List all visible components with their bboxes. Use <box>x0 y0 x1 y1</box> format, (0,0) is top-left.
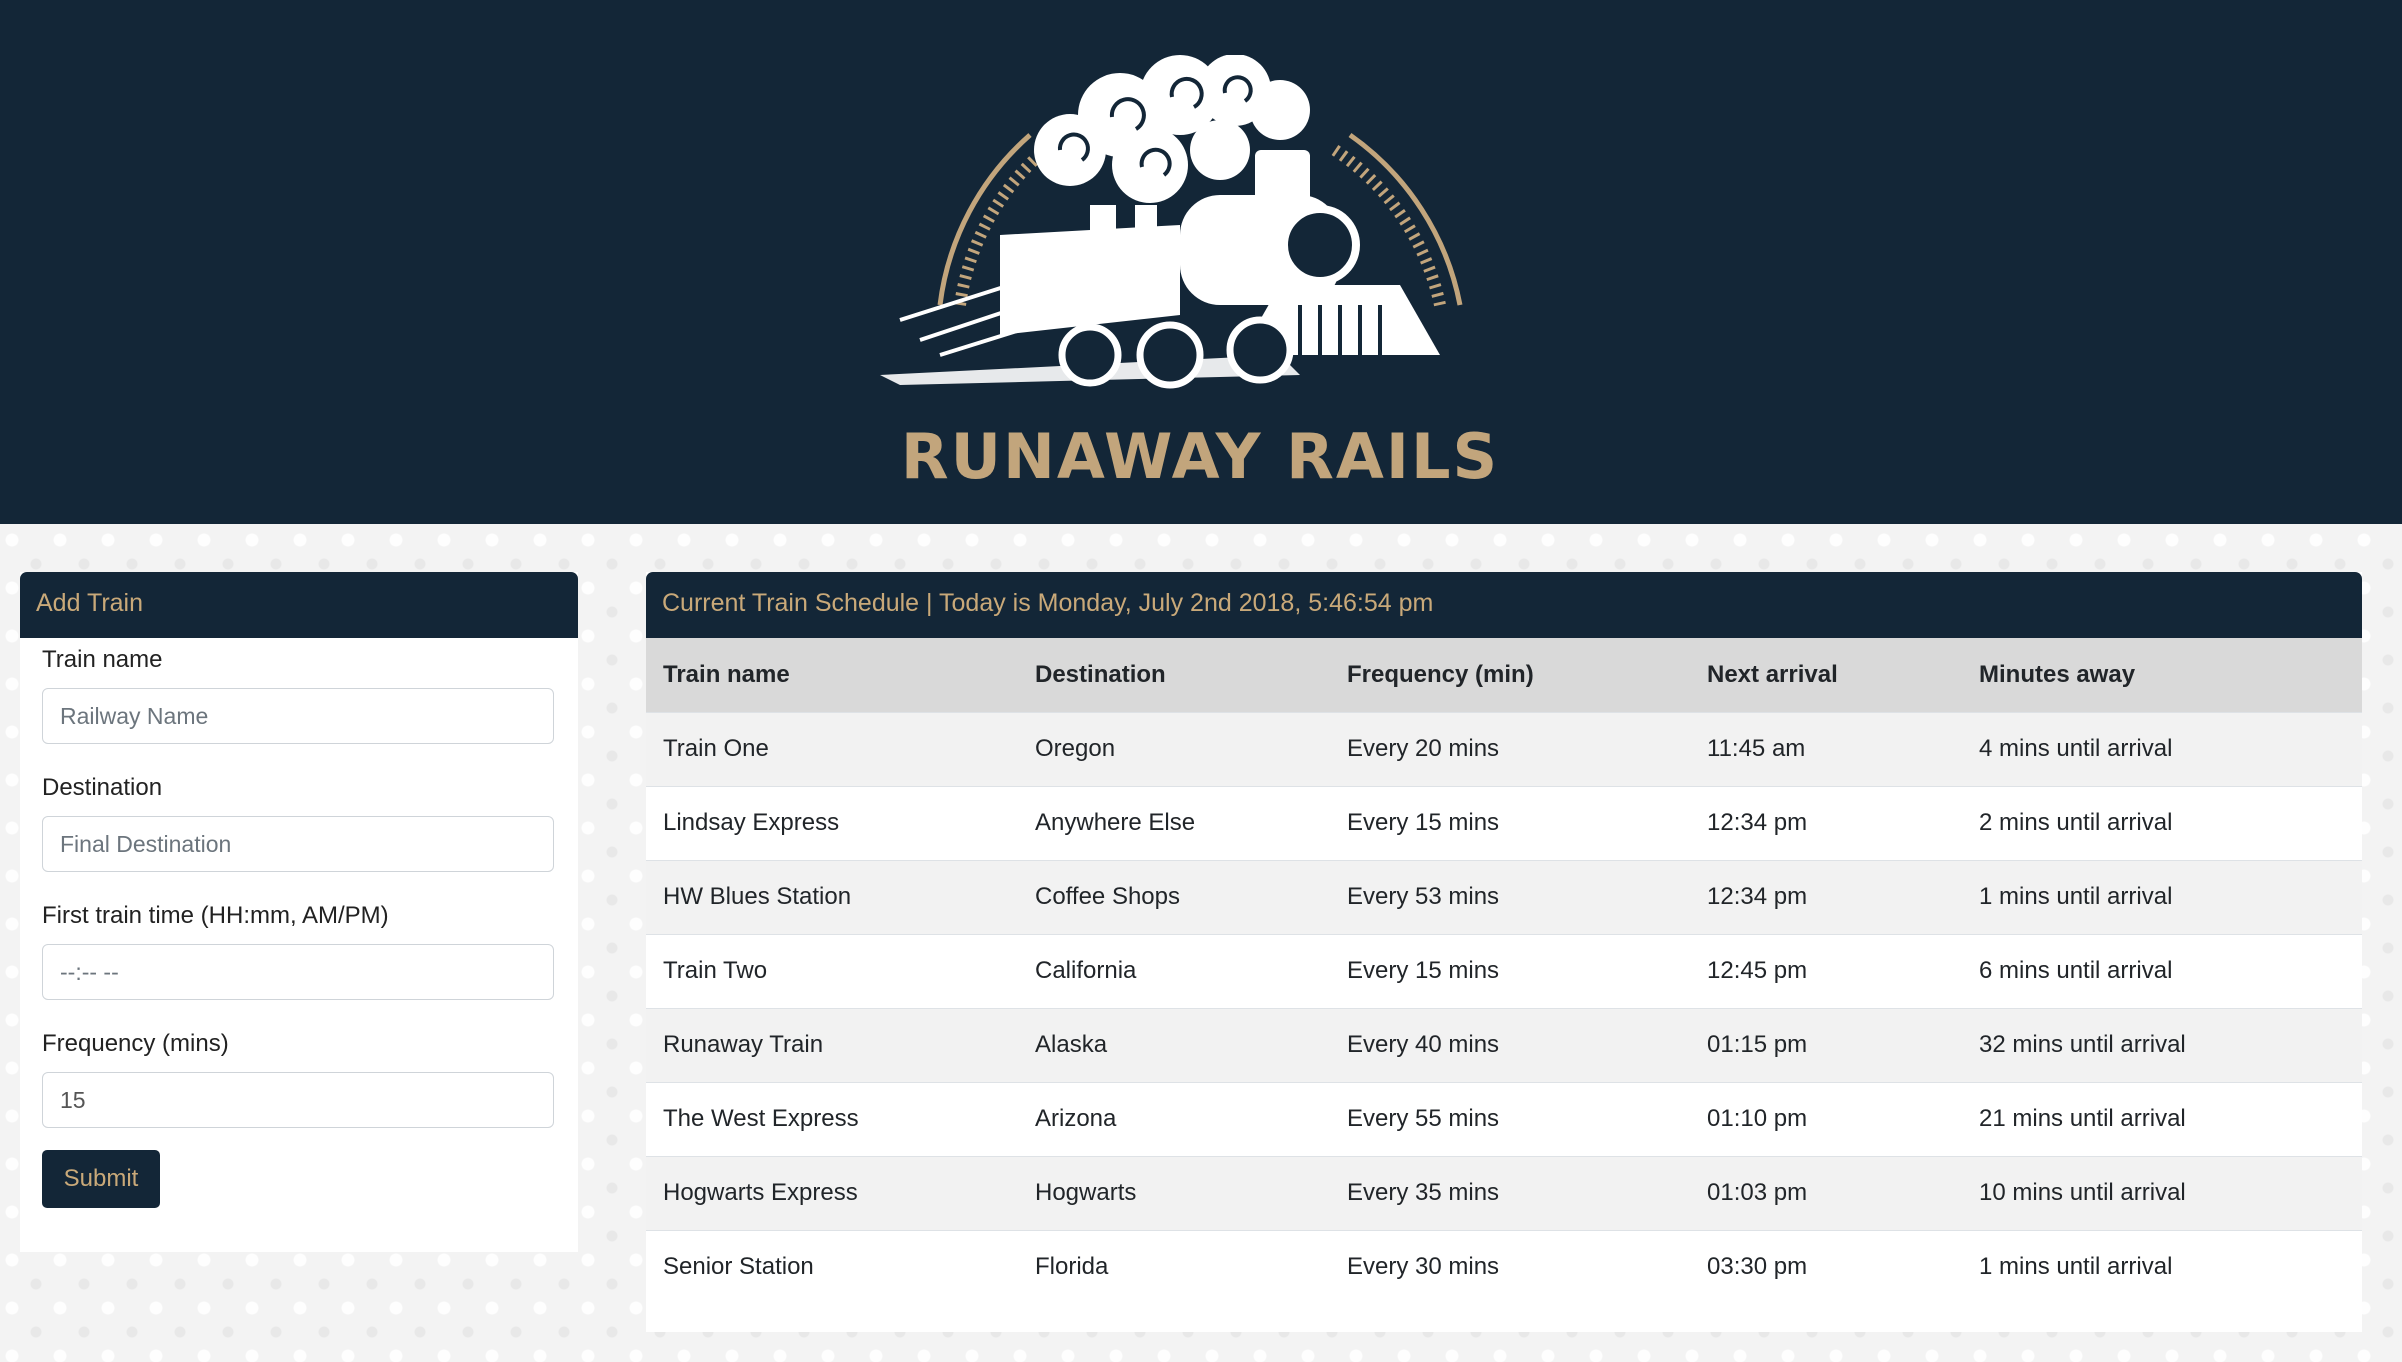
table-row: HW Blues Station Coffee Shops Every 53 m… <box>646 859 2362 934</box>
cell-frequency: Every 20 mins <box>1330 711 1690 786</box>
cell-minutes-away: 1 mins until arrival <box>1962 859 2362 934</box>
column-header-train-name: Train name <box>646 638 1018 712</box>
table-row: Senior Station Florida Every 30 mins 03:… <box>646 1229 2362 1304</box>
cell-train-name: Lindsay Express <box>646 785 1018 860</box>
frequency-label: Frequency (mins) <box>42 1030 229 1057</box>
cell-destination: Anywhere Else <box>1018 785 1330 860</box>
destination-label: Destination <box>42 774 163 801</box>
locomotive-emblem-icon <box>880 54 1463 389</box>
cell-frequency: Every 35 mins <box>1330 1155 1690 1230</box>
add-train-heading: Add Train <box>20 572 578 638</box>
submit-button[interactable]: Submit <box>42 1150 160 1208</box>
table-row: Train Two California Every 15 mins 12:45… <box>646 933 2362 1008</box>
cell-train-name: Train Two <box>646 933 1018 1008</box>
cell-train-name: The West Express <box>646 1081 1018 1156</box>
cell-train-name: Hogwarts Express <box>646 1155 1018 1230</box>
column-header-frequency: Frequency (min) <box>1330 638 1690 712</box>
column-header-destination: Destination <box>1018 638 1330 712</box>
table-row: The West Express Arizona Every 55 mins 0… <box>646 1081 2362 1156</box>
frequency-input[interactable] <box>42 1072 554 1128</box>
cell-train-name: Runaway Train <box>646 1007 1018 1082</box>
cell-train-name: HW Blues Station <box>646 859 1018 934</box>
cell-train-name: Train One <box>646 711 1018 786</box>
table-header-row: Train name Destination Frequency (min) N… <box>646 638 2362 712</box>
cell-frequency: Every 40 mins <box>1330 1007 1690 1082</box>
train-name-input[interactable] <box>42 688 554 744</box>
cell-train-name: Senior Station <box>646 1229 1018 1304</box>
first-train-time-label: First train time (HH:mm, AM/PM) <box>42 902 389 929</box>
schedule-table: Train name Destination Frequency (min) N… <box>646 638 2362 1304</box>
cell-next-arrival: 01:10 pm <box>1690 1081 1962 1156</box>
cell-next-arrival: 12:45 pm <box>1690 933 1962 1008</box>
cell-next-arrival: 03:30 pm <box>1690 1229 1962 1304</box>
table-row: Train One Oregon Every 20 mins 11:45 am … <box>646 711 2362 786</box>
train-name-label: Train name <box>42 646 163 673</box>
cell-minutes-away: 2 mins until arrival <box>1962 785 2362 860</box>
logo-wordmark: RUNAWAY RAILS <box>900 420 1500 493</box>
cell-destination: Coffee Shops <box>1018 859 1330 934</box>
cell-frequency: Every 30 mins <box>1330 1229 1690 1304</box>
cell-destination: California <box>1018 933 1330 1008</box>
cell-next-arrival: 12:34 pm <box>1690 785 1962 860</box>
table-row: Lindsay Express Anywhere Else Every 15 m… <box>646 785 2362 860</box>
cell-destination: Oregon <box>1018 711 1330 786</box>
column-header-minutes-away: Minutes away <box>1962 638 2362 712</box>
cell-destination: Florida <box>1018 1229 1330 1304</box>
runaway-rails-logo: RUNAWAY RAILS <box>880 54 1520 495</box>
cell-frequency: Every 55 mins <box>1330 1081 1690 1156</box>
site-header: RUNAWAY RAILS <box>0 0 2402 524</box>
first-train-time-input[interactable] <box>42 944 554 1000</box>
cell-next-arrival: 12:34 pm <box>1690 859 1962 934</box>
cell-minutes-away: 32 mins until arrival <box>1962 1007 2362 1082</box>
destination-input[interactable] <box>42 816 554 872</box>
cell-next-arrival: 11:45 am <box>1690 711 1962 786</box>
cell-frequency: Every 15 mins <box>1330 933 1690 1008</box>
cell-destination: Arizona <box>1018 1081 1330 1156</box>
cell-frequency: Every 15 mins <box>1330 785 1690 860</box>
cell-minutes-away: 21 mins until arrival <box>1962 1081 2362 1156</box>
table-row: Runaway Train Alaska Every 40 mins 01:15… <box>646 1007 2362 1082</box>
train-schedule-panel: Current Train Schedule | Today is Monday… <box>646 572 2362 1332</box>
cell-minutes-away: 4 mins until arrival <box>1962 711 2362 786</box>
cell-minutes-away: 10 mins until arrival <box>1962 1155 2362 1230</box>
cell-destination: Alaska <box>1018 1007 1330 1082</box>
cell-frequency: Every 53 mins <box>1330 859 1690 934</box>
cell-next-arrival: 01:03 pm <box>1690 1155 1962 1230</box>
add-train-form: Train name Destination First train time … <box>20 638 578 1208</box>
column-header-next-arrival: Next arrival <box>1690 638 1962 712</box>
add-train-panel: Add Train Train name Destination First t… <box>20 572 578 1252</box>
cell-minutes-away: 6 mins until arrival <box>1962 933 2362 1008</box>
cell-minutes-away: 1 mins until arrival <box>1962 1229 2362 1304</box>
cell-destination: Hogwarts <box>1018 1155 1330 1230</box>
cell-next-arrival: 01:15 pm <box>1690 1007 1962 1082</box>
schedule-heading: Current Train Schedule | Today is Monday… <box>646 572 2362 638</box>
table-row: Hogwarts Express Hogwarts Every 35 mins … <box>646 1155 2362 1230</box>
